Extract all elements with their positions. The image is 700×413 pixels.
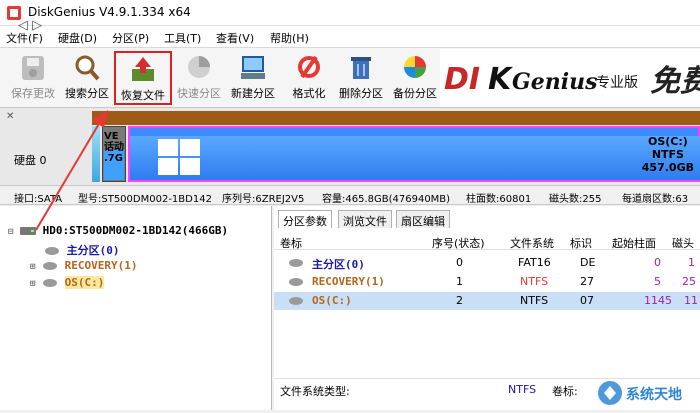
partition-icon (43, 262, 58, 270)
trash-icon (351, 57, 371, 79)
table-row[interactable]: 主分区(0) 0 FAT16 DE 0 1 (274, 254, 700, 272)
title-bar: DiskGenius V4.9.1.334 x64 (0, 0, 700, 26)
col-id[interactable]: 标识 (570, 235, 592, 251)
cell-label: 主分区(0) (312, 258, 365, 271)
tree-item-primary[interactable]: 主分区(0) (44, 242, 120, 258)
cell-start: 0 (654, 256, 661, 269)
os-size: 457.0GB (641, 161, 694, 174)
os-fs: NTFS (651, 148, 684, 161)
col-filesystem[interactable]: 文件系统 (510, 235, 554, 251)
svg-text:K: K (488, 62, 514, 97)
backup-partition-button[interactable]: 备份分区 (388, 51, 442, 105)
new-partition-button[interactable]: 新建分区 (226, 51, 280, 105)
windows-logo-icon (158, 139, 200, 175)
svg-text:系统天地: 系统天地 (626, 386, 682, 403)
col-number[interactable]: 序号(状态) (432, 235, 485, 251)
partition-icon (289, 259, 303, 267)
cell-head: 11 (684, 294, 698, 307)
magnifier-icon (75, 55, 100, 81)
table-row[interactable]: RECOVERY(1) 1 NTFS 27 5 25 (274, 273, 700, 291)
cell-head: 25 (682, 275, 696, 288)
cell-number: 1 (456, 275, 463, 288)
watermark: 系统天地 (596, 376, 700, 410)
save-changes-button[interactable]: 保存更改 (6, 51, 60, 105)
fs-type-value: NTFS (508, 383, 537, 396)
format-button[interactable]: 格式化 (282, 51, 336, 105)
cell-fs: FAT16 (518, 256, 551, 269)
cell-label: RECOVERY(1) (312, 275, 385, 288)
disk-capacity-bar (92, 111, 700, 125)
watermark-logo: 系统天地 (598, 381, 682, 405)
info-cylinders: 柱面数:60801 (466, 194, 532, 205)
backup-icon (404, 56, 426, 78)
cell-id: 07 (580, 294, 594, 307)
disk-pie-icon (188, 56, 210, 78)
menu-view[interactable]: 查看(V) (216, 30, 254, 46)
cell-label: OS(C:) (312, 294, 352, 307)
search-partition-button[interactable]: 搜索分区 (60, 51, 114, 105)
partition-icon (43, 279, 58, 287)
table-header: 卷标 序号(状态) 文件系统 标识 起始柱面 磁头 (274, 232, 700, 250)
table-row-selected[interactable]: OS(C:) 2 NTFS 07 1145 11 (274, 292, 700, 310)
tree-item-os[interactable]: ⊞ OS(C:) (30, 276, 105, 289)
svg-text:DI: DI (444, 62, 480, 97)
partition-os-text: OS(C:) NTFS 457.0GB (642, 135, 694, 174)
svg-text:专业版: 专业版 (596, 75, 638, 91)
info-heads: 磁头数:255 (549, 194, 602, 205)
tree-item-recovery[interactable]: ⊞ RECOVERY(1) (30, 259, 138, 272)
brand-banner: DI K Genius 专业版 免费 (440, 49, 700, 107)
disk-nav-arrows[interactable]: ◁ ▷ (18, 18, 42, 33)
cell-fs: NTFS (520, 294, 549, 307)
svg-text:免费: 免费 (650, 64, 700, 99)
quick-partition-button[interactable]: 快速分区 (172, 51, 226, 105)
volume-label: 卷标: (552, 385, 578, 398)
info-serial: 序列号:6ZREJ2V5 (222, 194, 305, 205)
col-label[interactable]: 卷标 (280, 235, 302, 251)
partition-os-fill (130, 136, 700, 180)
format-icon (298, 55, 320, 79)
cell-id: DE (580, 256, 596, 269)
save-icon (22, 56, 44, 80)
close-icon[interactable]: ✕ (6, 111, 14, 122)
fs-type-label: 文件系统类型: (280, 385, 350, 398)
disk-tree: ⊟ HD0:ST500DM002-1BD142(466GB) 主分区(0) ⊞ … (0, 206, 272, 410)
recover-files-button[interactable]: 恢复文件 (114, 51, 172, 105)
menu-partition[interactable]: 分区(P) (112, 30, 149, 46)
menu-disk[interactable]: 硬盘(D) (58, 30, 97, 46)
cell-fs: NTFS (520, 275, 549, 288)
col-start-cyl[interactable]: 起始柱面 (612, 235, 656, 251)
cell-start: 5 (654, 275, 661, 288)
cell-head: 1 (688, 256, 695, 269)
partition-icon (45, 247, 59, 255)
menu-help[interactable]: 帮助(H) (270, 30, 309, 46)
cell-number: 0 (456, 256, 463, 269)
cell-number: 2 (456, 294, 463, 307)
col-head[interactable]: 磁头 (672, 235, 694, 251)
menu-bar: 文件(F) 硬盘(D) 分区(P) 工具(T) 查看(V) 帮助(H) (0, 26, 700, 48)
partition-icon (289, 297, 303, 305)
tab-browse-files[interactable]: 浏览文件 (338, 210, 392, 228)
computer-icon (241, 56, 265, 79)
cell-start: 1145 (644, 294, 672, 307)
annotation-arrow (35, 110, 108, 231)
partition-icon (289, 278, 303, 286)
delete-partition-button[interactable]: 删除分区 (334, 51, 388, 105)
os-name: OS(C:) (647, 135, 688, 148)
cell-id: 27 (580, 275, 594, 288)
info-sectors: 每道扇区数:63 (622, 194, 689, 205)
svg-text:Genius: Genius (512, 69, 598, 95)
window-title: DiskGenius V4.9.1.334 x64 (28, 5, 191, 19)
diskgenius-logo: DI K Genius 专业版 免费 (444, 62, 700, 99)
info-capacity: 容量:465.8GB(476940MB) (322, 194, 451, 205)
menu-tools[interactable]: 工具(T) (164, 30, 201, 46)
recover-box-icon (132, 57, 154, 81)
tab-sector-edit[interactable]: 扇区编辑 (396, 210, 450, 228)
tab-partition-params[interactable]: 分区参数 (278, 210, 332, 228)
